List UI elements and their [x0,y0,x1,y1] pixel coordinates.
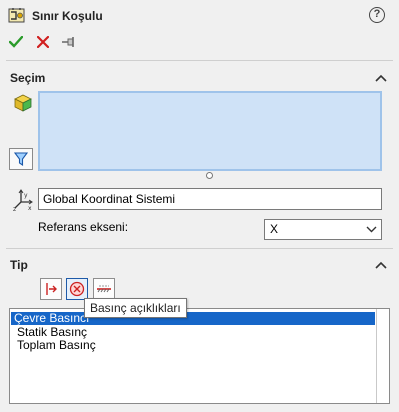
collapse-selection-button[interactable] [374,72,388,82]
help-button[interactable]: ? [369,7,385,23]
inlet-type-button[interactable] [40,278,62,300]
list-scrollbar[interactable] [376,309,389,403]
svg-text:y: y [24,192,28,199]
boundary-condition-icon [8,7,25,24]
pin-icon [62,37,74,47]
inlet-arrow-icon [46,283,57,295]
selection-list-box[interactable] [38,91,382,171]
wall-type-button[interactable] [93,278,115,300]
close-icon [37,36,49,48]
chevron-up-icon [375,261,387,269]
list-item[interactable]: Çevre Basıncı [11,312,375,325]
pressure-opening-icon [69,281,85,297]
selection-section-title: Seçim [10,71,46,85]
divider [6,248,393,249]
list-item[interactable]: Toplam Basınç [14,339,96,352]
reference-axis-label: Referans ekseni: [38,220,129,234]
reference-axis-value: X [270,222,279,236]
chevron-up-icon [375,74,387,82]
coordinate-system-icon: y z x [12,189,34,213]
divider [6,60,393,61]
coordinate-system-field[interactable]: Global Koordinat Sistemi [38,188,382,210]
selection-filter-button[interactable] [9,148,33,170]
cancel-button[interactable] [34,33,52,51]
panel-title: Sınır Koşulu [32,9,103,23]
type-list[interactable]: Çevre Basıncı Statik Basınç Toplam Basın… [9,308,390,404]
checkmark-icon [9,36,23,48]
reference-axis-dropdown[interactable]: X [264,219,382,240]
chevron-down-icon [366,226,377,233]
filter-icon [14,152,28,166]
ok-button[interactable] [7,33,25,51]
wall-icon [97,285,111,293]
pin-button[interactable] [60,33,78,51]
face-selection-icon [13,93,33,113]
tooltip: Basınç açıklıkları [84,298,187,318]
svg-text:z: z [13,206,16,211]
pressure-openings-button[interactable] [66,278,88,300]
collapse-type-button[interactable] [374,259,388,269]
svg-text:x: x [28,205,32,211]
resize-handle[interactable] [206,172,213,179]
type-section-title: Tip [10,258,28,272]
